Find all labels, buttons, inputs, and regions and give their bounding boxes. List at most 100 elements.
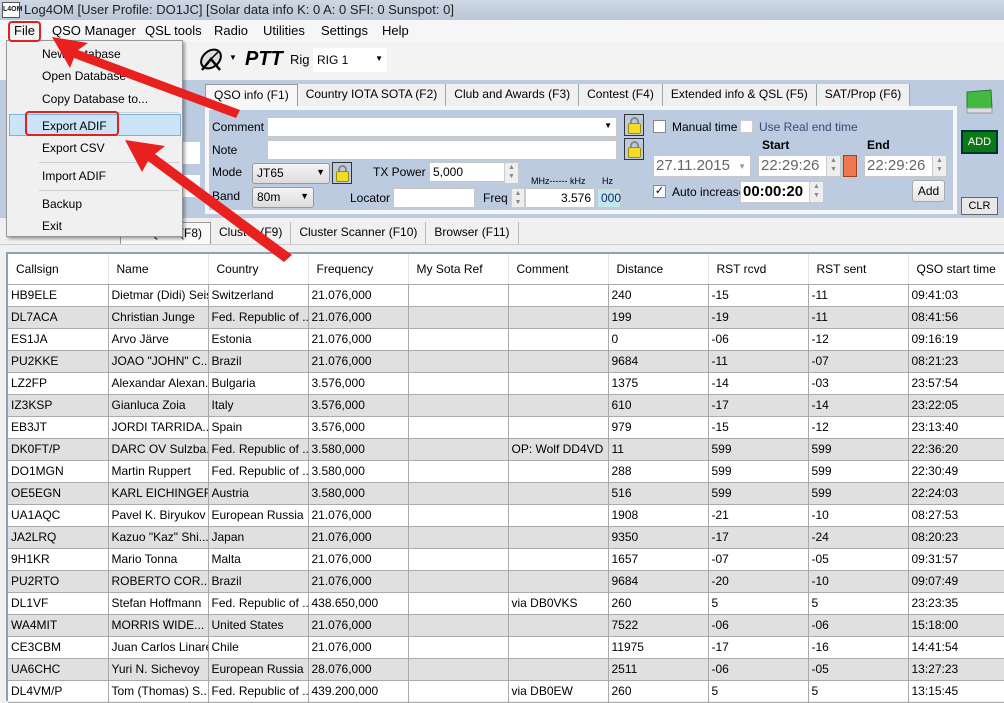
note-input[interactable] (267, 140, 617, 160)
menu-settings[interactable]: Settings (321, 23, 368, 38)
table-cell: -06 (708, 658, 809, 681)
table-row[interactable]: 9H1KR Mario Tonna Malta 21.076,000 1657 -07 -0… (8, 548, 1004, 571)
column-header[interactable]: RST sent (808, 254, 909, 285)
menu-open-database[interactable]: Open Database (42, 69, 126, 83)
comment-input[interactable]: ▼ (267, 117, 617, 137)
menu-qsl-tools[interactable]: QSL tools (145, 23, 202, 38)
table-cell (408, 592, 509, 615)
tab-club-awards[interactable]: Club and Awards (F3) (446, 84, 580, 106)
tab-country-iota-sota[interactable]: Country IOTA SOTA (F2) (297, 84, 447, 106)
table-cell (408, 350, 509, 373)
menu-copy-database[interactable]: Copy Database to... (42, 92, 148, 106)
date-picker[interactable]: 27.11.2015 ▼ (653, 155, 751, 177)
menu-new-database[interactable]: New Database (42, 47, 121, 61)
tab-contest[interactable]: Contest (F4) (579, 84, 663, 106)
column-header[interactable]: My Sota Ref (408, 254, 509, 285)
table-row[interactable]: DL7ACA Christian Junge Fed. Republic of ..… (8, 306, 1004, 329)
table-row[interactable]: DL1VF Stefan Hoffmann Fed. Republic of ...… (8, 592, 1004, 615)
table-cell (508, 394, 609, 417)
end-time-input[interactable]: 22:29:26 ▲ ▼ (864, 155, 947, 177)
table-cell: United States (208, 614, 309, 637)
tab-browser[interactable]: Browser (F11) (426, 222, 519, 244)
table-row[interactable]: UA1AQC Pavel K. Biryukov European Russia 21… (8, 504, 1004, 527)
table-row[interactable]: HB9ELE Dietmar (Didi) Seiss Switzerland 21.… (8, 284, 1004, 307)
mode-lock-icon[interactable] (332, 162, 352, 184)
table-row[interactable]: PU2KKE JOAO "JOHN" C... Brazil 21.076,000 96… (8, 350, 1004, 373)
table-row[interactable]: EB3JT JORDI TARRIDA... Spain 3.576,000 979 -1… (8, 416, 1004, 439)
start-time-input[interactable]: 22:29:26 ▲ ▼ (758, 155, 841, 177)
comment-lock-icon[interactable] (624, 114, 644, 136)
table-row[interactable]: ES1JA Arvo Järve Estonia 21.076,000 0 -06 -12 0… (8, 328, 1004, 351)
start-time-spinner[interactable]: ▲ ▼ (826, 156, 840, 176)
increment-spinner[interactable]: ▲ ▼ (809, 182, 823, 202)
tab-cluster-scanner[interactable]: Cluster Scanner (F10) (291, 222, 427, 244)
clear-button[interactable]: CLR (961, 197, 998, 215)
menu-backup[interactable]: Backup (42, 197, 82, 211)
note-lock-icon[interactable] (624, 138, 644, 160)
hz-input[interactable]: 000 (597, 188, 621, 208)
end-time-spinner[interactable]: ▲ ▼ (932, 156, 946, 176)
menu-radio[interactable]: Radio (214, 23, 248, 38)
column-header[interactable]: Country (208, 254, 309, 285)
table-row[interactable]: DK0FT/P DARC OV Sulzba... Fed. Republic of… (8, 438, 1004, 461)
column-header[interactable]: Callsign (8, 254, 109, 285)
mode-select[interactable]: JT65 ▼ (252, 163, 330, 184)
table-cell (408, 438, 509, 461)
start-time-indicator[interactable] (843, 155, 857, 177)
table-cell: 516 (608, 482, 709, 505)
tab-qso-info[interactable]: QSO info (F1) (205, 84, 298, 106)
real-end-checkbox[interactable] (740, 120, 753, 133)
tx-power-value: 5,000 (433, 165, 464, 179)
table-row[interactable]: OE5EGN KARL EICHINGER Austria 3.580,000 516 5… (8, 482, 1004, 505)
column-header[interactable]: Frequency (308, 254, 409, 285)
menu-utilities[interactable]: Utilities (263, 23, 305, 38)
column-header[interactable]: QSO start time (908, 254, 1004, 285)
column-header[interactable]: Distance (608, 254, 709, 285)
save-disk-icon[interactable] (964, 86, 994, 116)
menu-export-csv[interactable]: Export CSV (42, 141, 105, 155)
table-cell: 09:16:19 (908, 328, 1004, 351)
tab-sat-prop[interactable]: SAT/Prop (F6) (816, 84, 911, 106)
satellite-dropdown-icon[interactable]: ▼ (229, 53, 237, 62)
tx-power-spinner[interactable]: ▲ ▼ (504, 163, 518, 183)
table-cell: Japan (208, 526, 309, 549)
manual-time-checkbox[interactable] (653, 120, 666, 133)
hidden-field[interactable] (180, 175, 200, 197)
column-header[interactable]: RST rcvd (708, 254, 809, 285)
table-row[interactable]: WA4MIT MORRIS WIDE... United States 21.076,… (8, 614, 1004, 637)
table-cell: 5 (808, 592, 909, 615)
table-cell: 21.076,000 (308, 548, 409, 571)
table-row[interactable]: DL4VM/P Tom (Thomas) S... Fed. Republic of… (8, 680, 1004, 703)
ptt-button[interactable]: PTT (245, 48, 283, 71)
locator-input[interactable] (393, 188, 475, 208)
column-header[interactable]: Comment (508, 254, 609, 285)
table-row[interactable]: CE3CBM Juan Carlos Linares Chile 21.076,000… (8, 636, 1004, 659)
rig-select[interactable]: RIG 1 ▼ (313, 48, 387, 72)
table-row[interactable]: DO1MGN Martin Ruppert Fed. Republic of ...… (8, 460, 1004, 483)
tab-extended-info[interactable]: Extended info & QSL (F5) (662, 84, 817, 106)
band-select[interactable]: 80m ▼ (252, 187, 314, 208)
menu-exit[interactable]: Exit (42, 219, 62, 233)
add-qso-button[interactable]: ADD (961, 130, 998, 154)
menu-qso-manager[interactable]: QSO Manager (52, 23, 136, 38)
table-row[interactable]: LZ2FP Alexandar Alexan... Bulgaria 3.576,00… (8, 372, 1004, 395)
table-row[interactable]: IZ3KSP Gianluca Zoia Italy 3.576,000 610 -17-… (8, 394, 1004, 417)
table-row[interactable]: PU2RTO ROBERTO COR... Brazil 21.076,000 9684… (8, 570, 1004, 593)
column-header[interactable]: Name (108, 254, 209, 285)
freq-spinner[interactable]: ▲ ▼ (511, 188, 525, 208)
menu-help[interactable]: Help (382, 23, 409, 38)
table-cell: -06 (808, 614, 909, 637)
freq-input[interactable]: 3.576 (525, 188, 595, 208)
satellite-dish-icon[interactable] (198, 46, 226, 74)
table-cell: 0 (608, 328, 709, 351)
menu-import-adif[interactable]: Import ADIF (42, 169, 106, 183)
real-end-label: Use Real end time (759, 120, 858, 134)
increment-input[interactable]: 00:00:20 ▲ ▼ (740, 181, 824, 203)
auto-increase-checkbox[interactable]: ✓ (653, 185, 666, 198)
add-time-button[interactable]: Add (912, 180, 945, 202)
table-row[interactable]: UA6CHC Yuri N. Sichevoy European Russia 28.… (8, 658, 1004, 681)
table-row[interactable]: JA2LRQ Kazuo "Kaz" Shi... Japan 21.076,000 9… (8, 526, 1004, 549)
hidden-field[interactable] (180, 142, 200, 164)
tx-power-input[interactable]: 5,000 ▲ ▼ (429, 162, 519, 183)
tab-cluster[interactable]: Cluster (F9) (211, 222, 292, 244)
